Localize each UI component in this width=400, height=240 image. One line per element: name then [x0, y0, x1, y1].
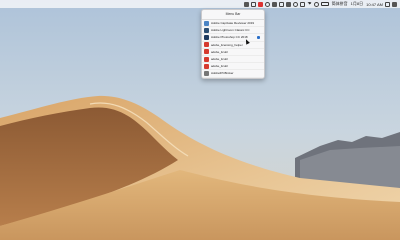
- item-label: AdobeIPCBroker: [211, 71, 234, 76]
- menubar-date[interactable]: 1月8日: [351, 1, 363, 7]
- list-item[interactable]: adobe_licutil: [202, 63, 264, 71]
- search-icon[interactable]: [385, 1, 390, 7]
- item-label: Adobe Captivate Reviewer 2019: [211, 21, 255, 26]
- desktop-wallpaper: [0, 0, 400, 240]
- menubar-app-icon[interactable]: [264, 1, 270, 7]
- list-item[interactable]: Adobe Photoshop CC 2018: [202, 34, 264, 42]
- item-label: Adobe Photoshop CC 2018: [211, 35, 248, 40]
- item-label: adobe_licutil: [211, 49, 228, 54]
- adobe-icon: [204, 63, 209, 69]
- adobe-icon: [204, 42, 209, 48]
- list-item[interactable]: AdobeIPCBroker: [202, 70, 264, 78]
- adobe-icon: [204, 49, 209, 55]
- list-item[interactable]: Adobe Captivate Reviewer 2019: [202, 20, 264, 28]
- menubar-app-icon[interactable]: [271, 1, 277, 7]
- item-label: adobe_licutil: [211, 57, 228, 62]
- item-label: adobe_licutil: [211, 64, 228, 69]
- menubar-clock[interactable]: 10:47 AM: [366, 2, 383, 7]
- captivate-icon: [204, 20, 209, 26]
- menubar-icon-preview: [257, 36, 260, 40]
- panel-title: Menu Bar: [202, 10, 264, 20]
- volume-icon[interactable]: [313, 1, 319, 7]
- lightroom-icon: [204, 27, 209, 33]
- item-label: adobe_licensing_helper: [211, 42, 243, 47]
- menubar-app-list-panel: Menu Bar Adobe Captivate Reviewer 2019 A…: [201, 9, 265, 79]
- photoshop-icon: [204, 34, 209, 40]
- menubar-app-icon[interactable]: [299, 1, 305, 7]
- menubar-app-icon[interactable]: [278, 1, 284, 7]
- adobe-creative-cloud-icon[interactable]: [257, 1, 263, 7]
- input-source-label[interactable]: 简体拼音: [332, 1, 348, 7]
- panel-caret: [234, 9, 240, 10]
- battery-icon[interactable]: [320, 2, 329, 6]
- menubar-app-icon[interactable]: [250, 1, 256, 7]
- menu-bar: 简体拼音 1月8日 10:47 AM: [0, 0, 400, 8]
- menubar-app-icon[interactable]: [243, 1, 249, 7]
- list-item[interactable]: adobe_licutil: [202, 56, 264, 64]
- dune-wallpaper: [0, 0, 400, 240]
- menubar-app-icon[interactable]: [285, 1, 291, 7]
- generic-app-icon: [204, 70, 209, 76]
- list-item[interactable]: adobe_licensing_helper: [202, 42, 264, 49]
- menubar-app-icon[interactable]: [292, 1, 298, 7]
- adobe-icon: [204, 56, 209, 62]
- list-item[interactable]: Adobe Lightroom Classic CC: [202, 27, 264, 35]
- item-label: Adobe Lightroom Classic CC: [211, 28, 250, 33]
- notification-center-icon[interactable]: [392, 1, 397, 7]
- wifi-icon[interactable]: [306, 1, 312, 7]
- list-item[interactable]: adobe_licutil: [202, 49, 264, 56]
